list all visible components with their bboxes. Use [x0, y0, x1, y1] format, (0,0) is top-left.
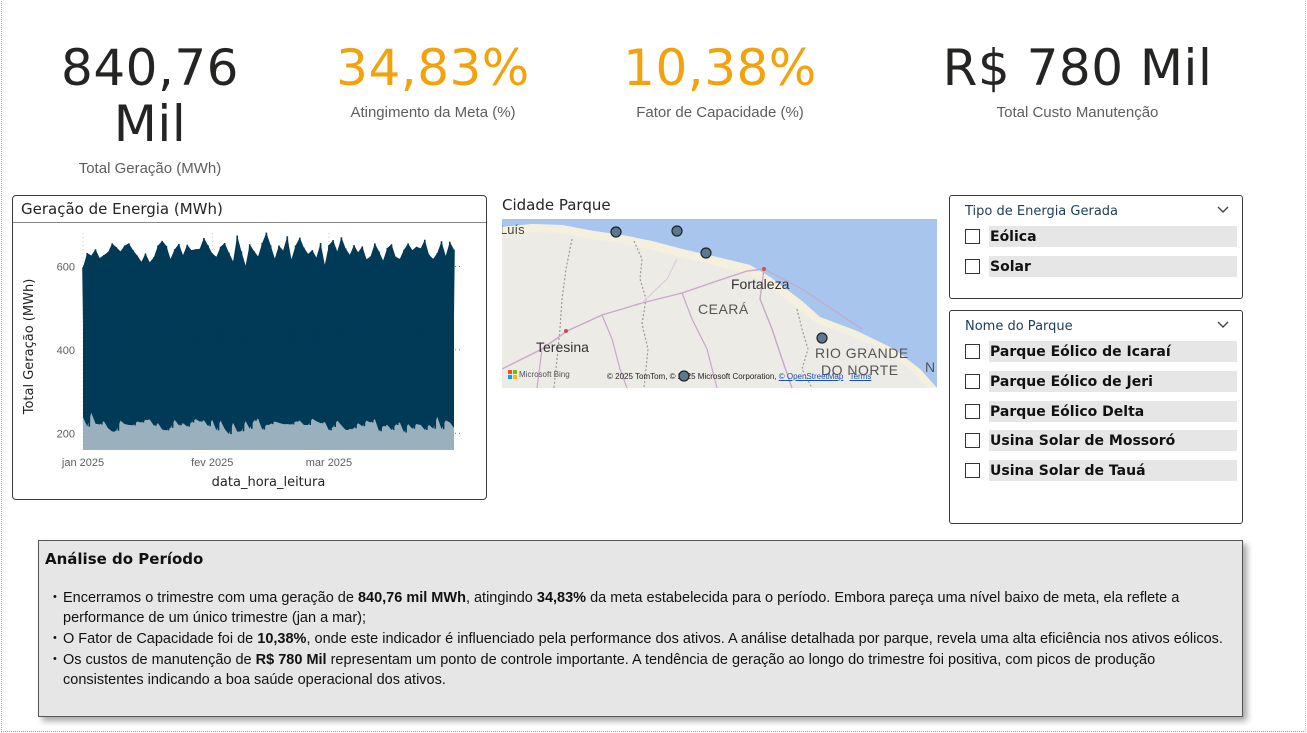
slicer-item-label: Parque Eólico Delta	[990, 403, 1145, 420]
kpi-label: Total Custo Manutenção	[996, 104, 1159, 121]
text: Encerramos o trimestre com uma geração d…	[63, 590, 358, 606]
kpi-label: Atingimento da Meta (%)	[350, 104, 516, 121]
checkbox[interactable]	[965, 259, 980, 274]
map-marker[interactable]	[671, 225, 683, 237]
text: , atingindo	[465, 590, 537, 606]
slicer-item-label: Usina Solar de Mossoró	[990, 432, 1176, 449]
y-axis-title: Total Geração (MWh)	[22, 279, 37, 416]
checkbox[interactable]	[965, 229, 980, 244]
map-title: Cidade Parque	[502, 196, 611, 214]
analysis-bullet: Encerramos o trimestre com uma geração d…	[53, 587, 1223, 628]
kpi-label: Total Geração (MWh)	[78, 160, 222, 177]
slicer-tipo-energia[interactable]: Tipo de Energia Gerada Eólica Solar	[949, 195, 1243, 299]
slicer-item-label: Solar	[990, 258, 1031, 275]
map-markers	[610, 225, 828, 382]
chevron-down-icon[interactable]	[1216, 202, 1230, 216]
checkbox[interactable]	[965, 404, 980, 419]
y-tick-label: 200	[57, 428, 75, 440]
slicer-item-eolica[interactable]: Eólica	[965, 226, 1237, 247]
analysis-bullet: Os custos de manutenção de R$ 780 Mil re…	[53, 649, 1223, 690]
kpi-label: Fator de Capacidade (%)	[636, 104, 804, 121]
highlight-value: 840,76 mil MWh	[357, 590, 466, 606]
slicer-title: Tipo de Energia Gerada	[965, 204, 1119, 219]
analysis-title: Análise do Período	[45, 550, 204, 568]
checkbox[interactable]	[965, 344, 980, 359]
slicer-item-label: Parque Eólico de Icaraí	[990, 343, 1171, 360]
x-tick-label: jan 2025	[61, 457, 104, 469]
text: O Fator de Capacidade foi de	[63, 631, 258, 647]
kpi-total-geracao[interactable]: 840,76 Mil Total Geração (MWh)	[20, 40, 280, 177]
slicer-nome-parque[interactable]: Nome do Parque Parque Eólico de Icaraí P…	[949, 310, 1243, 524]
slicer-item-solar[interactable]: Solar	[965, 256, 1237, 277]
kpi-value: 840,76 Mil	[61, 39, 239, 153]
x-tick-label: mar 2025	[306, 457, 352, 469]
kpi-custo-manutencao[interactable]: R$ 780 Mil Total Custo Manutenção	[935, 40, 1220, 121]
chart-title: Geração de Energia (MWh)	[21, 200, 223, 218]
x-axis-title: data_hora_leitura	[212, 475, 326, 490]
slicer-item-icarai[interactable]: Parque Eólico de Icaraí	[965, 341, 1237, 362]
slicer-item-label: Eólica	[990, 228, 1037, 245]
highlight-value: R$ 780 Mil	[255, 652, 327, 668]
chevron-down-icon[interactable]	[1216, 317, 1230, 331]
analysis-textbox: Análise do Período Encerramos o trimestr…	[38, 540, 1243, 717]
analysis-bullet: O Fator de Capacidade foi de 10,38%, ond…	[53, 628, 1223, 649]
slicer-item-jeri[interactable]: Parque Eólico de Jeri	[965, 371, 1237, 392]
text: , onde este indicador é influenciado pel…	[306, 631, 1223, 647]
kpi-fator-capacidade[interactable]: 10,38% Fator de Capacidade (%)	[600, 40, 840, 121]
slicer-item-delta[interactable]: Parque Eólico Delta	[965, 401, 1237, 422]
highlight-value: 34,83%	[536, 590, 587, 606]
slicer-item-label: Usina Solar de Tauá	[990, 462, 1146, 479]
generation-area-chart[interactable]: 200 400 600 jan 2025 fev 2025 mar 2025 data_ho…	[13, 223, 486, 499]
checkbox[interactable]	[965, 374, 980, 389]
map-marker[interactable]	[700, 247, 712, 259]
slicer-item-taua[interactable]: Usina Solar de Tauá	[965, 460, 1237, 481]
kpi-value: 10,38%	[623, 39, 817, 97]
y-tick-label: 600	[57, 261, 75, 273]
kpi-value: 34,83%	[336, 39, 530, 97]
kpi-value: R$ 780 Mil	[942, 39, 1213, 97]
map-marker[interactable]	[816, 332, 828, 344]
checkbox[interactable]	[965, 463, 980, 478]
map-cidade-parque[interactable]: Luís Fortaleza CEARÁ Teresina RIO GRANDE…	[502, 219, 937, 388]
checkbox[interactable]	[965, 433, 980, 448]
map-marker[interactable]	[610, 226, 622, 238]
slicer-item-label: Parque Eólico de Jeri	[990, 373, 1153, 390]
chart-geracao-energia[interactable]: Geração de Energia (MWh) 200 400 600 jan 20…	[12, 195, 487, 500]
map-marker[interactable]	[678, 370, 690, 382]
highlight-value: 10,38%	[257, 631, 307, 647]
analysis-list: Encerramos o trimestre com uma geração d…	[53, 587, 1223, 691]
x-tick-label: fev 2025	[191, 457, 233, 469]
slicer-title: Nome do Parque	[965, 319, 1073, 334]
slicer-item-mossoro[interactable]: Usina Solar de Mossoró	[965, 430, 1237, 451]
kpi-atingimento-meta[interactable]: 34,83% Atingimento da Meta (%)	[313, 40, 553, 121]
y-tick-label: 400	[57, 345, 75, 357]
text: Os custos de manutenção de	[63, 652, 256, 668]
